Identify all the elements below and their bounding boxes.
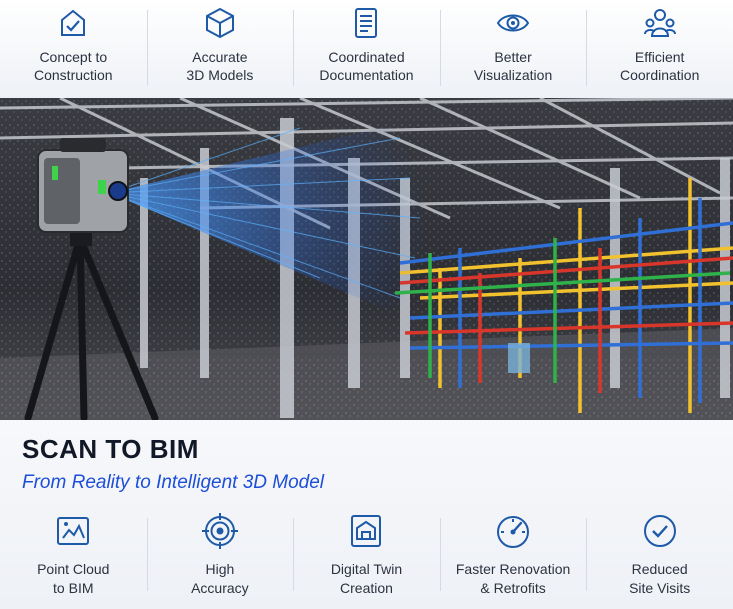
feature-label: Better Visualization <box>473 49 553 83</box>
hero-scan-scene <box>0 98 733 420</box>
feature-concept-to-construction: Concept to Construction <box>0 0 147 98</box>
3d-cube-icon <box>205 7 234 39</box>
scan-illustration <box>0 98 733 420</box>
feature-reduced-site-visits: Reduced Site Visits <box>586 512 733 609</box>
feature-label: Point Cloud to BIM <box>37 561 110 596</box>
speedometer-icon <box>497 516 530 548</box>
feature-point-cloud-to-bim: Point Cloud to BIM <box>0 512 147 609</box>
feature-label: High Accuracy <box>191 561 249 596</box>
team-icon <box>643 9 676 37</box>
feature-label: Coordinated Documentation <box>319 49 414 83</box>
page-title: SCAN TO BIM <box>22 434 199 464</box>
check-circle-icon <box>643 515 676 547</box>
bottom-section: SCAN TO BIM From Reality to Intelligent … <box>0 420 733 609</box>
feature-label: Accurate 3D Models <box>186 49 254 83</box>
feature-label: Digital Twin Creation <box>330 561 403 596</box>
feature-label: Reduced Site Visits <box>629 561 691 596</box>
feature-faster-renovation: Faster Renovation & Retrofits <box>439 512 587 609</box>
eye-icon <box>496 14 530 32</box>
point-cloud-icon <box>57 517 90 545</box>
feature-coordinated-documentation: Coordinated Documentation <box>293 0 440 98</box>
feature-label: Faster Renovation & Retrofits <box>455 561 571 596</box>
document-icon <box>355 8 378 38</box>
target-icon <box>201 513 238 549</box>
digital-twin-icon <box>351 515 382 547</box>
feature-high-accuracy: High Accuracy <box>146 512 294 609</box>
feature-efficient-coordination: Efficient Coordination <box>586 0 733 98</box>
feature-label: Concept to Construction <box>34 49 113 83</box>
feature-accurate-3d-models: Accurate 3D Models <box>146 0 294 98</box>
checklist-house-icon <box>61 9 86 36</box>
top-feature-strip: Concept to Construction Accurate 3D Mode… <box>0 0 733 98</box>
page-subtitle: From Reality to Intelligent 3D Model <box>22 472 325 493</box>
feature-digital-twin-creation: Digital Twin Creation <box>293 512 440 609</box>
bottom-feature-strip: Point Cloud to BIM High Accuracy Digital… <box>0 512 733 609</box>
feature-label: Efficient Coordination <box>619 49 700 83</box>
feature-better-visualization: Better Visualization <box>439 0 587 98</box>
